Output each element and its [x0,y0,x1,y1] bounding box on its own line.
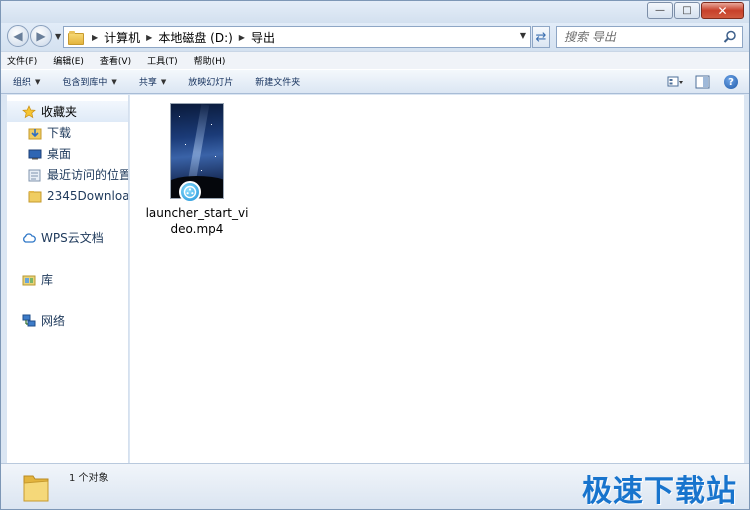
folder-icon [68,31,84,45]
share-button[interactable]: 共享 ▼ [138,75,167,89]
search-icon[interactable] [723,30,737,44]
star-dot [201,170,202,171]
navigation-pane: 收藏夹 下载 桌面 最近访问的位置 2345Downloa WPS云文档 库 网… [7,95,129,463]
back-button[interactable]: ◀ [7,25,29,47]
folder-icon [23,475,49,502]
star-dot [215,156,216,157]
network-group: 网络 [7,310,128,331]
chevron-down-icon: ▼ [111,77,117,86]
favorites-group: 收藏夹 下载 桌面 最近访问的位置 2345Downloa [7,101,129,206]
nav-favorites-label: 收藏夹 [41,105,78,119]
menu-view[interactable]: 查看(V) [100,54,131,67]
nav-buttons: ◀ ▶ ▼ [7,25,61,47]
nav-wps-cloud[interactable]: WPS云文档 [7,227,128,248]
chevron-down-icon: ▼ [35,77,41,86]
address-bar[interactable]: ▶ 计算机 ▶ 本地磁盘 (D:) ▶ 导出 ▼ [63,26,531,48]
nav-favorites[interactable]: 收藏夹 [7,101,128,122]
window-controls: — □ ✕ [646,2,744,19]
explorer-window: — □ ✕ ◀ ▶ ▼ ▶ 计算机 ▶ 本地磁盘 (D:) ▶ 导出 ▼ ⇄ 搜… [0,0,750,510]
forward-arrow-icon: ▶ [36,29,46,43]
include-in-library-button[interactable]: 包含到库中 ▼ [62,75,117,89]
library-icon [21,273,37,287]
recent-pages-dropdown-icon[interactable]: ▼ [55,32,61,41]
nav-library[interactable]: 库 [7,269,128,290]
share-label: 共享 [138,78,157,88]
organize-label: 组织 [13,78,32,88]
maximize-icon: □ [682,5,692,16]
network-icon [21,314,37,328]
include-in-library-label: 包含到库中 [62,78,108,88]
video-player-icon [179,181,201,203]
item-count: 1 个对象 [69,473,109,484]
nav-item-label: 2345Downloads [47,188,129,203]
star-icon [21,104,37,119]
chevron-down-icon: ▼ [160,77,167,86]
breadcrumb-export[interactable]: 导出 [251,29,275,46]
address-row: ◀ ▶ ▼ ▶ 计算机 ▶ 本地磁盘 (D:) ▶ 导出 ▼ ⇄ [1,23,749,51]
watermark-text: 极速下载站 [582,474,737,509]
nav-item-desktop[interactable]: 桌面 [7,143,128,164]
nav-network[interactable]: 网络 [7,310,128,331]
slideshow-button[interactable]: 放映幻灯片 [188,75,233,88]
desktop-icon [27,147,43,161]
menu-tools[interactable]: 工具(T) [147,54,178,67]
refresh-button[interactable]: ⇄ [532,26,550,48]
title-bar: — □ ✕ [1,1,749,23]
close-button[interactable]: ✕ [701,2,744,19]
nav-item-downloads[interactable]: 下载 [7,122,128,143]
menu-edit[interactable]: 编辑(E) [53,54,84,67]
chevron-right-icon[interactable]: ▶ [239,33,245,42]
minimize-button[interactable]: — [647,2,673,19]
status-bar: 1 个对象 极速下载站 [1,463,749,509]
view-icon [667,76,683,87]
menu-file[interactable]: 文件(F) [7,54,37,67]
command-bar: 组织 ▼ 包含到库中 ▼ 共享 ▼ 放映幻灯片 新建文件夹 ? [1,69,749,94]
preview-pane-button[interactable] [695,74,711,90]
nav-item-label: 下载 [47,126,72,140]
refresh-icon: ⇄ [535,29,547,45]
file-item[interactable]: launcher_start_video.mp4 [142,101,252,237]
forward-button[interactable]: ▶ [30,25,52,47]
nav-wps-label: WPS云文档 [41,231,104,245]
nav-item-label: 桌面 [47,147,72,161]
file-name: launcher_start_video.mp4 [145,206,249,236]
help-button[interactable]: ? [723,74,739,90]
chevron-right-icon[interactable]: ▶ [92,33,98,42]
nav-item-label: 最近访问的位置 [47,168,129,182]
address-history-dropdown-icon[interactable]: ▼ [520,31,526,40]
minimize-icon: — [655,5,665,16]
menu-bar: 文件(F) 编辑(E) 查看(V) 工具(T) 帮助(H) [1,51,749,69]
maximize-button[interactable]: □ [674,2,700,19]
new-folder-button[interactable]: 新建文件夹 [255,75,300,88]
folder-icon [27,189,43,203]
nav-item-2345downloads[interactable]: 2345Downloads [7,185,129,206]
star-dot [185,144,186,145]
cloud-icon [21,231,37,245]
file-list: launcher_start_video.mp4 [130,95,744,463]
change-view-button[interactable] [667,74,683,90]
nav-item-recent-places[interactable]: 最近访问的位置 [7,164,129,185]
view-controls: ? [655,74,739,90]
nav-network-label: 网络 [41,314,66,328]
nav-library-label: 库 [41,273,54,287]
download-folder-icon [27,126,43,140]
star-dot [211,124,212,125]
preview-pane-icon [695,75,710,89]
organize-button[interactable]: 组织 ▼ [13,75,41,89]
close-icon: ✕ [717,3,728,18]
recent-places-icon [27,168,43,182]
library-group: 库 [7,269,128,290]
search-input[interactable] [564,30,714,44]
breadcrumb-computer[interactable]: 计算机 [104,29,140,46]
help-icon: ? [724,75,738,89]
back-arrow-icon: ◀ [13,29,23,43]
menu-help[interactable]: 帮助(H) [194,54,226,67]
chevron-right-icon[interactable]: ▶ [146,33,152,42]
star-dot [179,116,180,117]
breadcrumb-drive-d[interactable]: 本地磁盘 (D:) [158,29,232,46]
wps-group: WPS云文档 [7,227,128,248]
search-box[interactable] [556,26,743,48]
